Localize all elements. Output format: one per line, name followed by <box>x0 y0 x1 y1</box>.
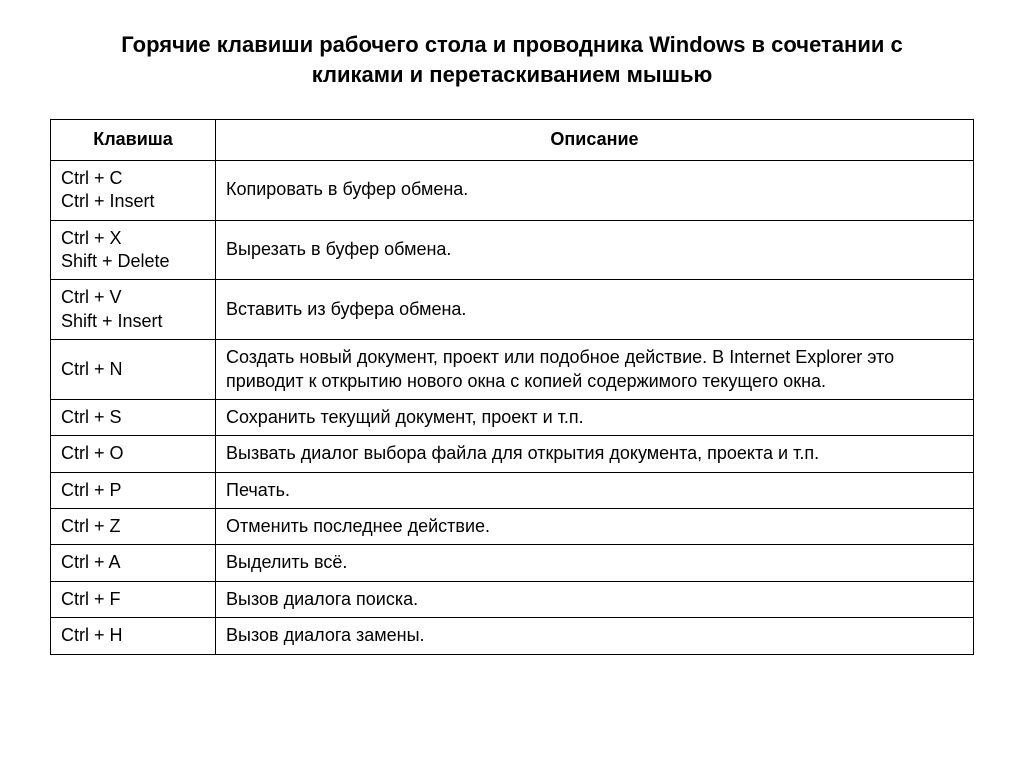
cell-key: Ctrl + F <box>51 581 216 617</box>
cell-desc: Выделить всё. <box>216 545 974 581</box>
cell-key: Ctrl + Z <box>51 509 216 545</box>
cell-desc: Печать. <box>216 472 974 508</box>
shortcuts-table: Клавиша Описание Ctrl + C Ctrl + Insert … <box>50 119 974 654</box>
cell-key: Ctrl + P <box>51 472 216 508</box>
cell-key: Ctrl + H <box>51 618 216 654</box>
cell-desc: Сохранить текущий документ, проект и т.п… <box>216 399 974 435</box>
header-desc: Описание <box>216 120 974 160</box>
table-header-row: Клавиша Описание <box>51 120 974 160</box>
cell-key: Ctrl + S <box>51 399 216 435</box>
table-row: Ctrl + P Печать. <box>51 472 974 508</box>
cell-desc: Создать новый документ, проект или подоб… <box>216 340 974 400</box>
table-row: Ctrl + Z Отменить последнее действие. <box>51 509 974 545</box>
cell-key: Ctrl + A <box>51 545 216 581</box>
table-row: Ctrl + H Вызов диалога замены. <box>51 618 974 654</box>
cell-desc: Вставить из буфера обмена. <box>216 280 974 340</box>
cell-desc: Отменить последнее действие. <box>216 509 974 545</box>
table-row: Ctrl + S Сохранить текущий документ, про… <box>51 399 974 435</box>
table-row: Ctrl + O Вызвать диалог выбора файла для… <box>51 436 974 472</box>
cell-key: Ctrl + N <box>51 340 216 400</box>
cell-desc: Вызов диалога поиска. <box>216 581 974 617</box>
cell-desc: Вырезать в буфер обмена. <box>216 220 974 280</box>
cell-desc: Копировать в буфер обмена. <box>216 160 974 220</box>
table-row: Ctrl + V Shift + Insert Вставить из буфе… <box>51 280 974 340</box>
cell-desc: Вызвать диалог выбора файла для открытия… <box>216 436 974 472</box>
table-row: Ctrl + N Создать новый документ, проект … <box>51 340 974 400</box>
cell-desc: Вызов диалога замены. <box>216 618 974 654</box>
header-key: Клавиша <box>51 120 216 160</box>
cell-key: Ctrl + C Ctrl + Insert <box>51 160 216 220</box>
table-row: Ctrl + C Ctrl + Insert Копировать в буфе… <box>51 160 974 220</box>
cell-key: Ctrl + X Shift + Delete <box>51 220 216 280</box>
cell-key: Ctrl + O <box>51 436 216 472</box>
table-row: Ctrl + F Вызов диалога поиска. <box>51 581 974 617</box>
cell-key: Ctrl + V Shift + Insert <box>51 280 216 340</box>
page-title: Горячие клавиши рабочего стола и проводн… <box>50 30 974 89</box>
table-row: Ctrl + A Выделить всё. <box>51 545 974 581</box>
table-row: Ctrl + X Shift + Delete Вырезать в буфер… <box>51 220 974 280</box>
